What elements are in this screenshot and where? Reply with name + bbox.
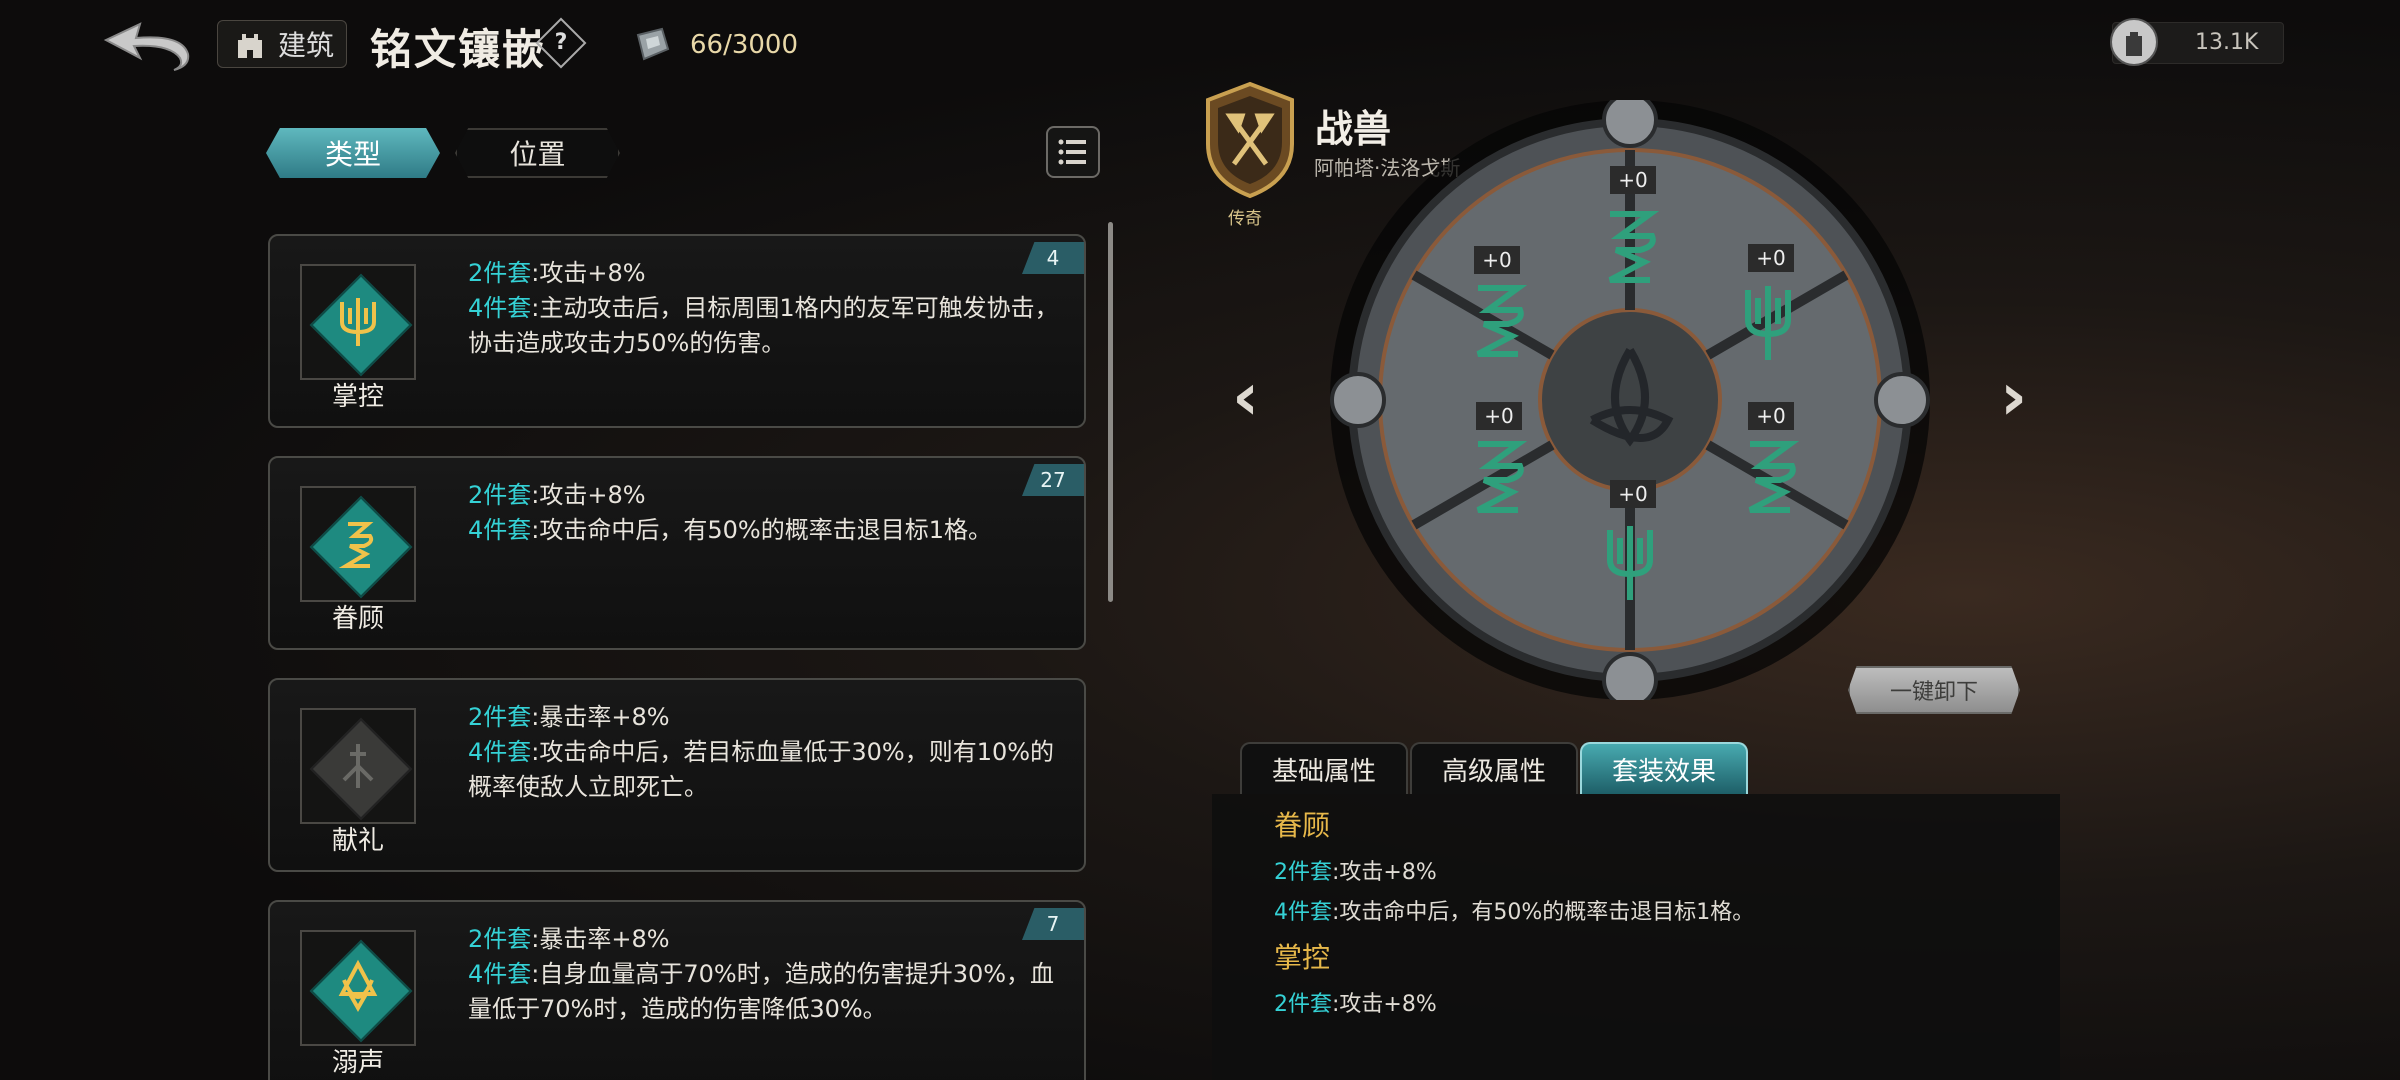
set-effects-panel: 眷顾 2件套:攻击+8% 4件套:攻击命中后，有50%的概率击退目标1格。 掌控… bbox=[1212, 794, 2060, 1080]
castle-icon bbox=[238, 34, 262, 58]
rune-set-card-juangu[interactable]: 27 眷顾 2件套:攻击+8% 4件套:攻击命中后，有50%的概率击退目标1格。 bbox=[268, 456, 1086, 650]
list-scrollbar[interactable] bbox=[1108, 222, 1113, 602]
rune-set-card-nisheng[interactable]: 7 溺声 2件套:暴击率+8% 4件套:自身血量高于70%时，造成的伤害提升30… bbox=[268, 900, 1086, 1080]
rune-glyph-icon bbox=[1476, 441, 1528, 513]
set-effect-line: 4件套:攻击命中后，有50%的概率击退目标1格。 bbox=[1274, 900, 1755, 925]
slot-level-bottom[interactable]: +0 bbox=[1610, 480, 1656, 508]
trident-glyph-icon bbox=[1745, 286, 1791, 360]
tab-position[interactable]: 位置 bbox=[455, 128, 620, 178]
rune-set-name: 眷顾 bbox=[331, 604, 384, 634]
list-icon bbox=[1058, 139, 1086, 165]
rune-glyph-icon bbox=[1608, 211, 1660, 283]
page-title: 铭文镶嵌 bbox=[370, 25, 547, 74]
rune-set-icon-frame bbox=[300, 708, 416, 824]
rune-set-icon-frame bbox=[300, 930, 416, 1046]
help-icon: ? bbox=[554, 30, 568, 55]
list-view-button[interactable] bbox=[1046, 126, 1100, 178]
rune-set-name: 掌控 bbox=[331, 382, 384, 412]
legendary-crest-icon bbox=[1206, 81, 1294, 199]
rune-set-name: 献礼 bbox=[331, 826, 384, 856]
rune-set-description: 2件套:攻击+8% 4件套:主动攻击后，目标周围1格内的友军可触发协击，协击造成… bbox=[468, 259, 1059, 357]
tab-basic-attributes[interactable]: 基础属性 bbox=[1240, 742, 1408, 794]
power-value: 13.1K bbox=[2195, 30, 2259, 55]
slot-level-lower-right[interactable]: +0 bbox=[1748, 402, 1794, 430]
building-label: 建筑 bbox=[278, 29, 335, 62]
rune-glyph-icon bbox=[1748, 441, 1800, 513]
rune-set-description: 2件套:暴击率+8% 4件套:自身血量高于70%时，造成的伤害提升30%，血量低… bbox=[468, 925, 1055, 1023]
serpent-rune-icon bbox=[338, 522, 374, 568]
drowning-rune-icon bbox=[338, 959, 378, 1013]
prev-hero-arrow[interactable]: ‹ bbox=[1232, 358, 1259, 435]
rune-set-icon-frame bbox=[300, 486, 416, 602]
slot-level-top[interactable]: +0 bbox=[1610, 166, 1656, 194]
set-effect-line: 2件套:攻击+8% bbox=[1274, 992, 1437, 1017]
tab-set-effects[interactable]: 套装效果 bbox=[1580, 742, 1748, 794]
rune-set-icon-frame bbox=[300, 264, 416, 380]
unequip-all-button[interactable]: 一键卸下 bbox=[1848, 666, 2020, 714]
trident-icon bbox=[340, 298, 376, 346]
tab-type[interactable]: 类型 bbox=[266, 128, 440, 178]
back-arrow-icon[interactable] bbox=[100, 18, 192, 74]
next-hero-arrow[interactable]: › bbox=[2000, 358, 2027, 435]
rune-set-name: 溺声 bbox=[331, 1048, 384, 1078]
tower-icon bbox=[2110, 18, 2158, 66]
set-effect-name: 眷顾 bbox=[1274, 809, 1331, 842]
set-effect-name: 掌控 bbox=[1274, 941, 1331, 974]
slot-level-upper-left[interactable]: +0 bbox=[1474, 246, 1520, 274]
rune-set-list[interactable]: 4 掌控 2件套:攻击+8% 4件套:主动攻击后，目标周围1格内的友军可触发协击… bbox=[264, 228, 1090, 1080]
rune-glyph-icon bbox=[1476, 285, 1528, 357]
rune-set-description: 2件套:暴击率+8% 4件套:攻击命中后，若目标血量低于30%，则有10%的概率… bbox=[468, 703, 1055, 801]
set-effect-line: 2件套:攻击+8% bbox=[1274, 860, 1437, 885]
slot-level-upper-right[interactable]: +0 bbox=[1748, 244, 1794, 272]
rune-set-description: 2件套:攻击+8% 4件套:攻击命中后，有50%的概率击退目标1格。 bbox=[468, 481, 992, 544]
offering-rune-icon bbox=[342, 744, 374, 788]
rune-set-card-xianli[interactable]: 献礼 2件套:暴击率+8% 4件套:攻击命中后，若目标血量低于30%，则有10%… bbox=[268, 678, 1086, 872]
rarity-label: 传奇 bbox=[1228, 209, 1262, 229]
rune-set-card-zhangkong[interactable]: 4 掌控 2件套:攻击+8% 4件套:主动攻击后，目标周围1格内的友军可触发协击… bbox=[268, 234, 1086, 428]
resource-count: 66/3000 bbox=[690, 30, 799, 60]
building-button[interactable]: 建筑 bbox=[217, 20, 347, 68]
slot-level-lower-left[interactable]: +0 bbox=[1476, 402, 1522, 430]
tab-advanced-attributes[interactable]: 高级属性 bbox=[1410, 742, 1578, 794]
rune-stone-icon bbox=[636, 27, 670, 61]
trident-glyph-icon bbox=[1607, 526, 1653, 600]
